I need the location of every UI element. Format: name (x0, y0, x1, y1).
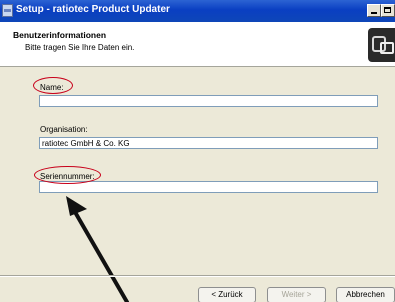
title-bar[interactable]: Setup - ratiotec Product Updater (0, 0, 395, 22)
setup-app-icon (2, 4, 13, 17)
page-title: Benutzerinformationen (13, 30, 107, 40)
cancel-button[interactable]: Abbrechen (336, 287, 395, 302)
serial-number-field[interactable] (39, 181, 378, 193)
back-button[interactable]: < Zurück (198, 287, 256, 302)
minimize-button[interactable] (367, 4, 381, 17)
next-button[interactable]: Weiter > (267, 287, 326, 302)
maximize-button[interactable] (381, 4, 395, 17)
wizard-header: Benutzerinformationen Bitte tragen Sie I… (0, 22, 395, 67)
organisation-field[interactable] (39, 137, 378, 149)
page-subtitle: Bitte tragen Sie Ihre Daten ein. (25, 43, 135, 52)
window-title: Setup - ratiotec Product Updater (16, 4, 170, 15)
name-field[interactable] (39, 95, 378, 107)
setup-logo-icon (368, 28, 395, 62)
name-annotation-circle (33, 77, 73, 94)
setup-window: Setup - ratiotec Product Updater Benutze… (0, 0, 395, 302)
serial-annotation-circle (34, 166, 101, 184)
footer-divider (0, 275, 395, 277)
organisation-label: Organisation: (40, 125, 88, 134)
